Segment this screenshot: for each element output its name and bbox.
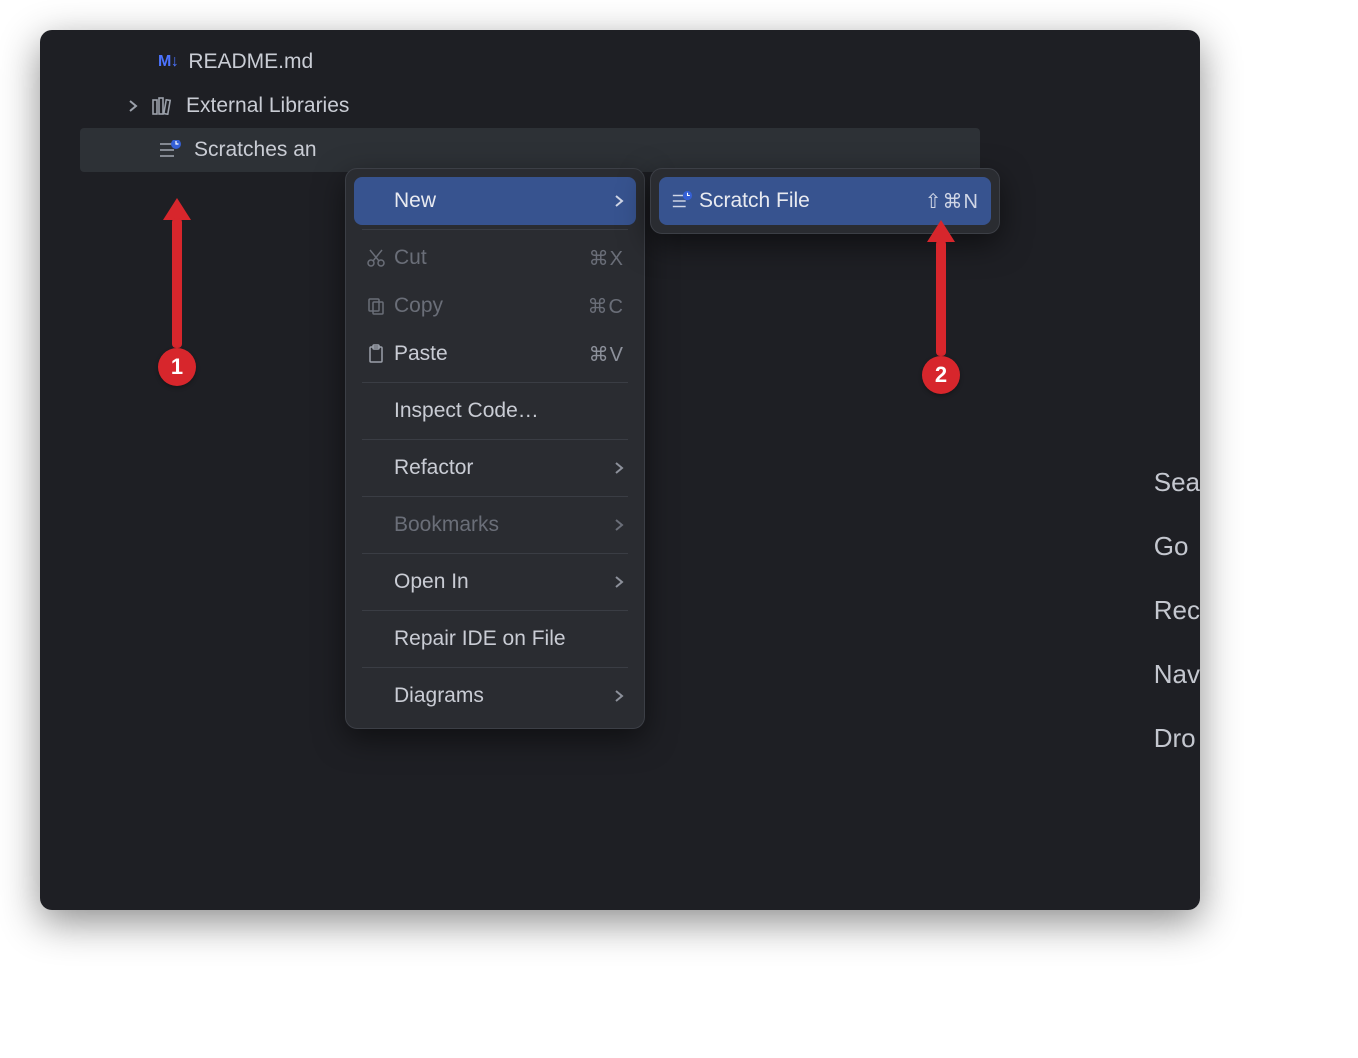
tree-item-label: External Libraries [186,94,349,118]
menu-item-label: Open In [394,570,614,594]
submenu-item-shortcut: ⇧⌘N [925,189,979,214]
menu-item-label: Diagrams [394,684,614,708]
menu-item-label: Refactor [394,456,614,480]
menu-separator [362,382,628,383]
hint-line: Sea [1154,450,1200,514]
tree-item-label: Scratches an [194,138,317,162]
menu-item-inspect-code[interactable]: Inspect Code… [354,387,636,435]
menu-separator [362,610,628,611]
chevron-right-icon [124,97,142,115]
menu-item-refactor[interactable]: Refactor [354,444,636,492]
menu-item-label: Paste [394,342,589,366]
scratches-icon [158,140,182,160]
chevron-right-icon [614,689,624,703]
menu-separator [362,439,628,440]
chevron-right-icon [614,575,624,589]
chevron-right-icon [614,518,624,532]
markdown-file-icon: M↓ [158,53,178,71]
submenu-item-label: Scratch File [699,189,925,213]
menu-item-label: New [394,189,614,213]
chevron-right-icon [614,461,624,475]
menu-item-shortcut: ⌘X [589,246,624,271]
hint-line: Rec [1154,578,1200,642]
copy-icon [366,296,394,316]
library-icon [152,97,174,115]
menu-item-label: Repair IDE on File [394,627,624,651]
menu-separator [362,229,628,230]
menu-item-label: Cut [394,246,589,270]
menu-item-label: Bookmarks [394,513,614,537]
welcome-hints: SeaGoRecNavDro [1154,450,1200,770]
menu-separator [362,553,628,554]
menu-item-copy: Copy⌘C [354,282,636,330]
ide-window: M↓ README.md External Libraries [40,30,1200,910]
menu-item-paste[interactable]: Paste⌘V [354,330,636,378]
menu-item-diagrams[interactable]: Diagrams [354,672,636,720]
hint-line: Go [1154,514,1200,578]
menu-item-bookmarks: Bookmarks [354,501,636,549]
menu-separator [362,496,628,497]
menu-item-new[interactable]: New [354,177,636,225]
chevron-right-icon [614,194,624,208]
menu-item-open-in[interactable]: Open In [354,558,636,606]
tree-item-external-libraries[interactable]: External Libraries [80,84,980,128]
context-menu: NewCut⌘XCopy⌘CPaste⌘VInspect Code…Refact… [345,168,645,729]
tree-item-scratches[interactable]: Scratches an [80,128,980,172]
menu-separator [362,667,628,668]
menu-item-label: Inspect Code… [394,399,624,423]
menu-item-label: Copy [394,294,588,318]
cut-icon [366,248,394,268]
hint-line: Nav [1154,642,1200,706]
submenu-item-scratch-file[interactable]: Scratch File⇧⌘N [659,177,991,225]
tree-item-readme[interactable]: M↓ README.md [80,40,980,84]
menu-item-shortcut: ⌘V [589,342,624,367]
menu-item-repair-ide-on-file[interactable]: Repair IDE on File [354,615,636,663]
paste-icon [366,344,394,364]
scratch-icon [671,191,699,211]
tree-item-label: README.md [188,50,313,74]
menu-item-shortcut: ⌘C [588,294,624,319]
hint-line: Dro [1154,706,1200,770]
project-tree: M↓ README.md External Libraries [80,40,980,172]
menu-item-cut: Cut⌘X [354,234,636,282]
context-submenu: Scratch File⇧⌘N [650,168,1000,234]
